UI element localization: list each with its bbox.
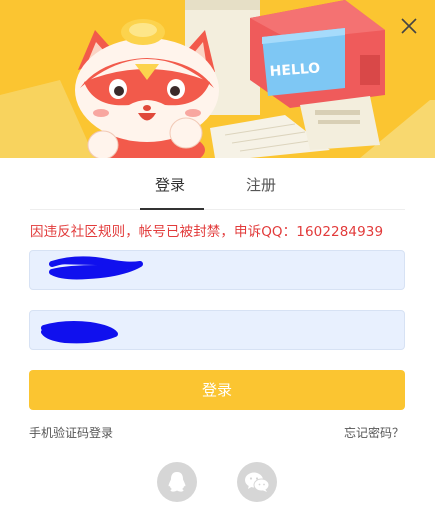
close-button[interactable] <box>399 16 419 36</box>
username-input[interactable] <box>29 250 405 290</box>
tab-register[interactable]: 注册 <box>246 174 276 195</box>
qq-icon <box>168 472 186 492</box>
password-input[interactable] <box>29 310 405 350</box>
sms-login-link[interactable]: 手机验证码登录 <box>29 424 113 441</box>
ban-error-message: 因违反社区规则，帐号已被封禁，申诉QQ：1602284939 <box>30 224 384 240</box>
active-tab-indicator <box>140 208 204 210</box>
auth-tabs: 登录 注册 <box>30 158 405 210</box>
wechat-login-button[interactable] <box>237 462 277 502</box>
login-submit-button[interactable]: 登录 <box>29 370 405 410</box>
close-icon <box>401 18 417 34</box>
forgot-password-link[interactable]: 忘记密码？ <box>344 424 404 441</box>
banner-art: HELLO <box>0 0 435 158</box>
tab-login[interactable]: 登录 <box>155 174 185 195</box>
wechat-icon <box>245 472 270 492</box>
banner-illustration: HELLO <box>0 0 435 158</box>
qq-login-button[interactable] <box>157 462 197 502</box>
login-modal: HELLO 登录 注册 因违反社区规则，帐号已被封禁，申诉QQ：16022849… <box>0 0 435 526</box>
